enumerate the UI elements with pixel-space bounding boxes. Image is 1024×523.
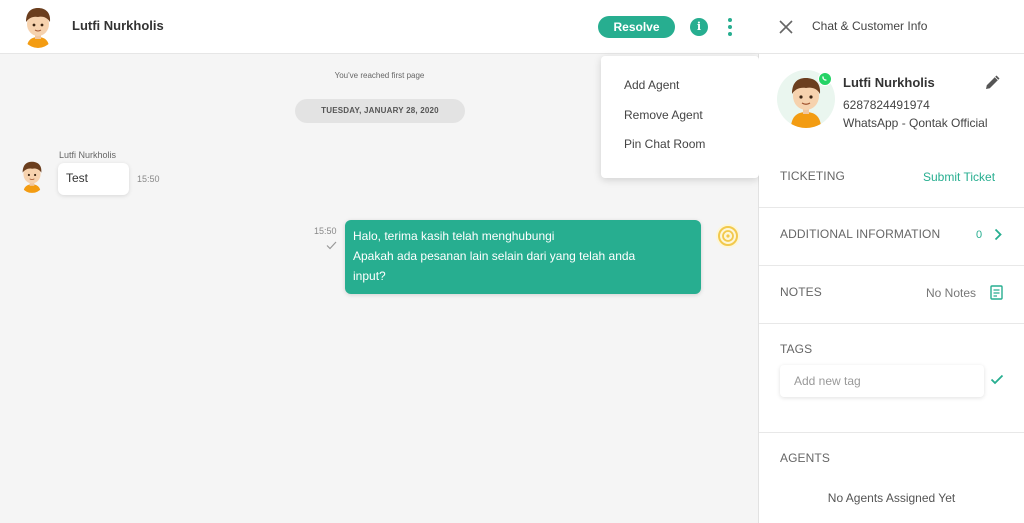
add-tag-input[interactable] xyxy=(780,365,984,397)
menu-item-add-agent[interactable]: Add Agent xyxy=(624,78,679,92)
message-time: 15:50 xyxy=(137,174,160,184)
submit-ticket-link[interactable]: Submit Ticket xyxy=(923,170,995,184)
chat-header: Lutfi Nurkholis Resolve i xyxy=(0,0,759,54)
notes-section: NOTES No Notes xyxy=(759,266,1024,324)
more-options-icon[interactable] xyxy=(722,16,738,38)
ticketing-section: TICKETING Submit Ticket xyxy=(759,150,1024,208)
confirm-tag-icon[interactable] xyxy=(990,372,1004,390)
customer-name: Lutfi Nurkholis xyxy=(843,75,935,90)
message-line: input? xyxy=(353,269,386,283)
whatsapp-icon xyxy=(818,72,832,86)
ticketing-label: TICKETING xyxy=(780,169,845,183)
additional-information-label: ADDITIONAL INFORMATION xyxy=(780,227,941,241)
menu-item-pin-chat-room[interactable]: Pin Chat Room xyxy=(624,137,705,151)
edit-pencil-icon[interactable] xyxy=(984,73,1002,91)
notes-icon[interactable] xyxy=(990,285,1003,303)
agents-label: AGENTS xyxy=(780,451,830,465)
panel-header: Chat & Customer Info xyxy=(759,0,1024,54)
sent-check-icon xyxy=(326,237,337,255)
message-text: Test xyxy=(66,171,89,185)
customer-info-panel: Chat & Customer Info Lutfi Nurkholis 628… xyxy=(759,0,1024,523)
message-time: 15:50 xyxy=(314,226,337,236)
agents-empty-state: No Agents Assigned Yet xyxy=(827,491,956,505)
message-line: Halo, terima kasih telah menghubungi xyxy=(353,229,555,243)
incoming-message-bubble[interactable]: Test xyxy=(58,163,129,195)
contact-avatar[interactable] xyxy=(20,6,56,48)
contact-name: Lutfi Nurkholis xyxy=(72,18,164,33)
notes-value: No Notes xyxy=(926,286,977,300)
chat-panel: Lutfi Nurkholis Resolve i You've reached… xyxy=(0,0,759,523)
options-dropdown-menu: Add Agent Remove Agent Pin Chat Room xyxy=(601,56,759,178)
info-icon[interactable]: i xyxy=(690,18,708,36)
chevron-right-icon[interactable] xyxy=(994,228,1002,244)
panel-title: Chat & Customer Info xyxy=(812,19,928,33)
customer-channel: WhatsApp - Qontak Official xyxy=(843,116,988,130)
additional-information-count: 0 xyxy=(976,229,983,241)
sender-avatar xyxy=(18,160,46,193)
outgoing-message-bubble[interactable]: Halo, terima kasih telah menghubungi Apa… xyxy=(345,220,701,294)
customer-phone: 6287824491974 xyxy=(843,98,930,112)
additional-information-section[interactable]: ADDITIONAL INFORMATION 0 xyxy=(759,208,1024,266)
agent-bot-icon xyxy=(715,223,741,249)
notes-label: NOTES xyxy=(780,285,822,299)
resolve-button[interactable]: Resolve xyxy=(598,16,675,38)
message-line: Apakah ada pesanan lain selain dari yang… xyxy=(353,249,636,263)
date-divider: TUESDAY, JANUARY 28, 2020 xyxy=(295,99,465,123)
menu-item-remove-agent[interactable]: Remove Agent xyxy=(624,108,703,122)
tags-label: TAGS xyxy=(780,342,813,356)
close-icon[interactable] xyxy=(779,20,793,34)
message-sender: Lutfi Nurkholis xyxy=(59,150,117,160)
